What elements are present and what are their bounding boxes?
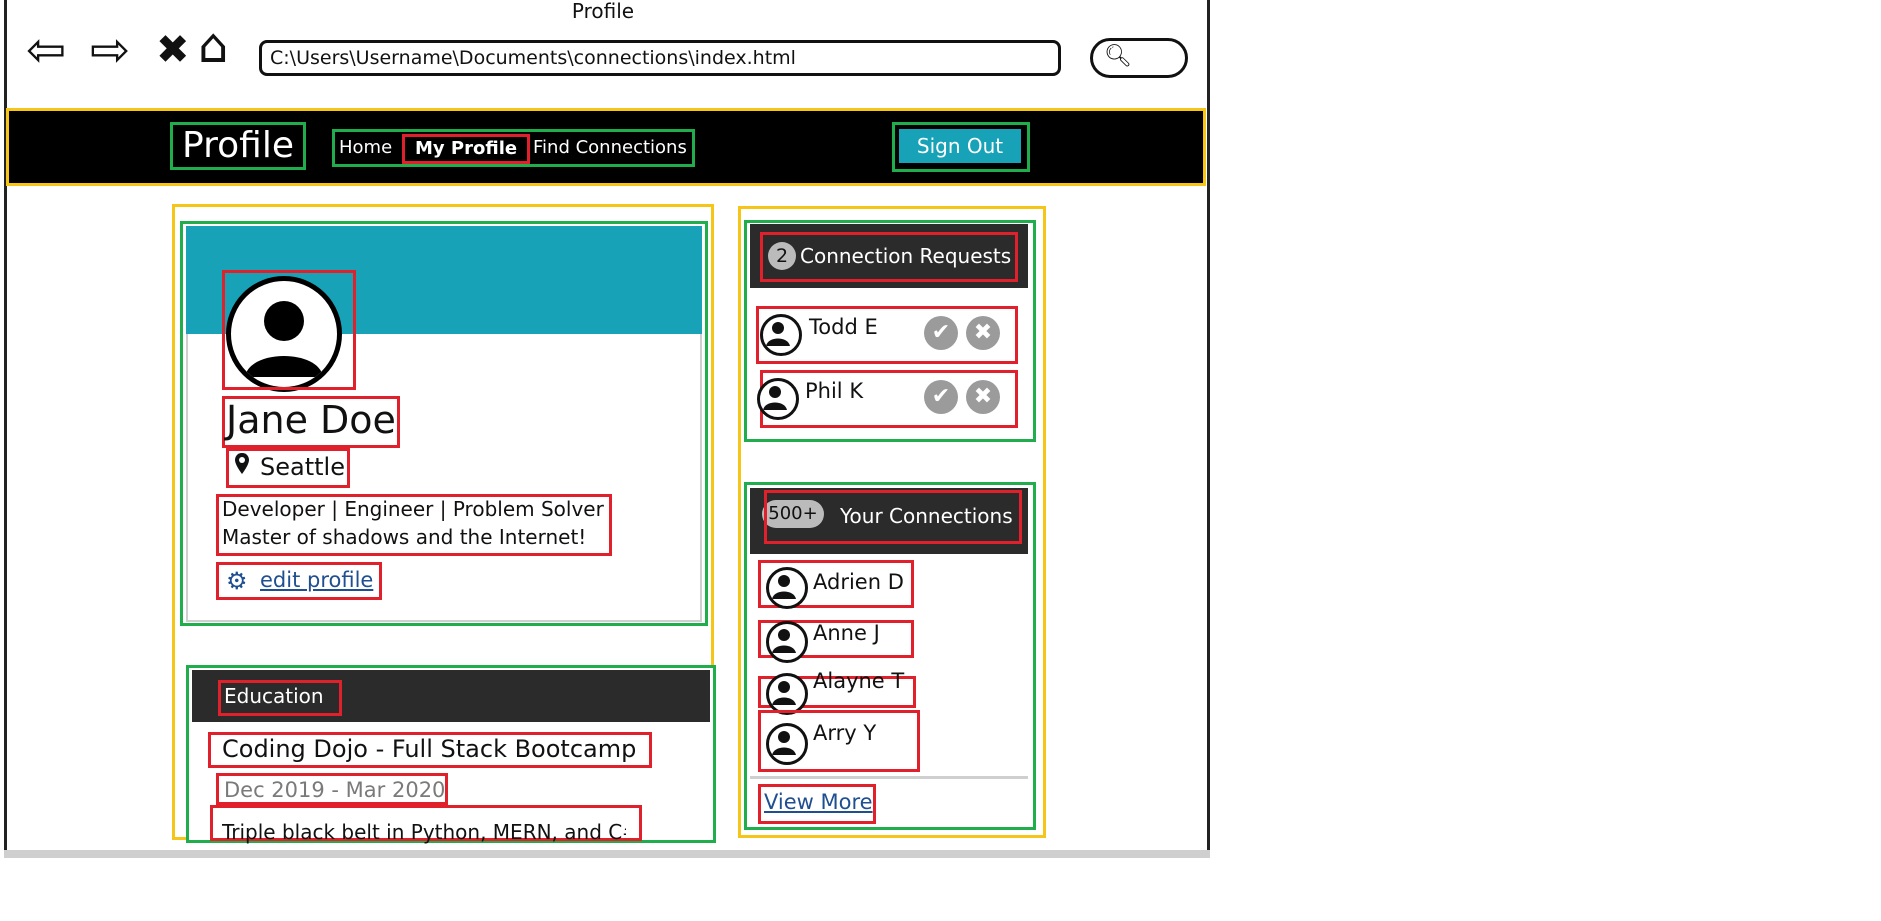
home-icon[interactable]: ⌂ (198, 22, 228, 70)
profile-location: Seattle (260, 453, 345, 481)
window-bottom-edge (4, 850, 1210, 858)
search-icon: 🔍︎ (1104, 44, 1132, 69)
connection-row[interactable]: Anne J (758, 620, 914, 663)
address-text: C:\Users\Username\Documents\connections\… (270, 47, 796, 69)
nav-link-my-profile[interactable]: My Profile (402, 134, 531, 164)
request-row: Todd E ✔ ✖ (756, 306, 1018, 364)
nav-link-home[interactable]: Home (339, 136, 392, 160)
view-more-link[interactable]: View More (764, 788, 873, 816)
accept-check-icon[interactable]: ✔ (924, 380, 958, 414)
user-icon (766, 621, 808, 663)
accept-check-icon[interactable]: ✔ (924, 316, 958, 350)
request-name: Todd E (809, 315, 878, 339)
map-pin-icon (234, 452, 250, 482)
education-description: Triple black belt in Python, MERN, and C… (222, 820, 626, 844)
connection-name: Adrien D (813, 570, 904, 594)
bio-line-2: Master of shadows and the Internet! (222, 525, 587, 549)
profile-name: Jane Doe (226, 398, 396, 442)
window-title: Profile (571, 0, 635, 23)
education-title: Education (224, 684, 324, 708)
avatar-highlight (222, 270, 356, 390)
connection-row[interactable]: Arry Y (758, 710, 920, 772)
connection-row[interactable]: Alayne T (758, 669, 916, 715)
requests-title-highlight (760, 232, 1018, 282)
forward-arrow-icon[interactable]: ⇨ (90, 26, 130, 74)
user-icon (766, 567, 808, 609)
sign-out-button[interactable]: Sign Out (899, 129, 1021, 163)
user-icon (766, 673, 808, 715)
connections-divider (750, 776, 1028, 779)
back-arrow-icon[interactable]: ⇦ (26, 26, 66, 74)
edit-profile-link[interactable]: edit profile (260, 566, 373, 594)
bio-line-1: Developer | Engineer | Problem Solver (222, 497, 604, 521)
education-school: Coding Dojo - Full Stack Bootcamp (222, 735, 637, 763)
gear-icon[interactable]: ⚙ (226, 568, 248, 594)
stop-icon[interactable]: ✖ (156, 26, 190, 74)
connection-name: Alayne T (813, 669, 905, 693)
nav-link-find-connections[interactable]: Find Connections (533, 136, 687, 160)
connection-name: Arry Y (813, 721, 877, 745)
user-icon (760, 314, 802, 356)
address-bar[interactable]: C:\Users\Username\Documents\connections\… (259, 40, 1061, 76)
request-name: Phil K (805, 379, 864, 403)
education-dates: Dec 2019 - Mar 2020 (224, 778, 446, 802)
decline-x-icon[interactable]: ✖ (966, 316, 1000, 350)
user-icon (757, 378, 799, 420)
user-icon (766, 723, 808, 765)
brand-title[interactable]: Profile (170, 122, 306, 170)
nav-links: Home My Profile Find Connections (332, 129, 695, 167)
request-row: Phil K ✔ ✖ (757, 370, 1018, 428)
connection-row[interactable]: Adrien D (758, 560, 914, 609)
decline-x-icon[interactable]: ✖ (966, 380, 1000, 414)
connection-name: Anne J (813, 621, 880, 645)
connections-title-highlight (764, 490, 1022, 544)
